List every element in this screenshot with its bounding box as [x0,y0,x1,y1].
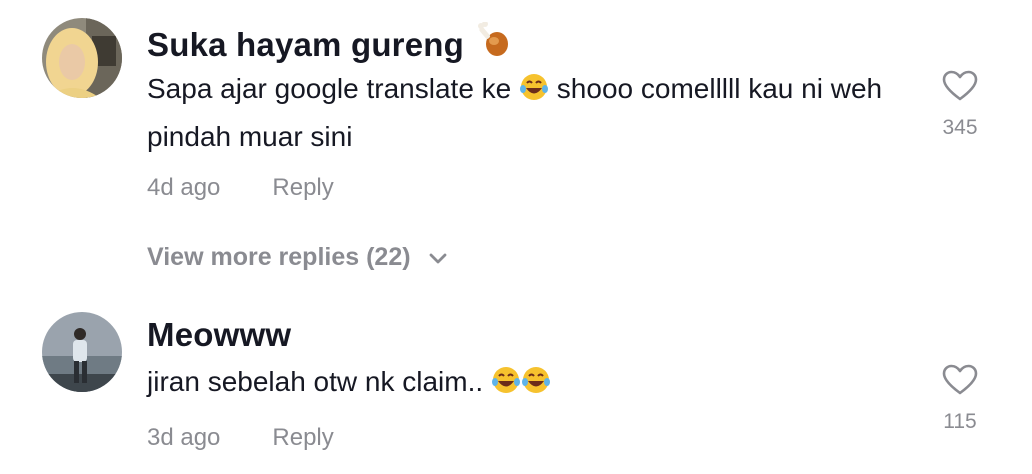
like-button[interactable]: 115 [930,364,990,434]
username[interactable]: Meowww [147,316,291,354]
face-with-tears-of-joy-icon [491,364,521,408]
like-button[interactable]: 345 [930,70,990,140]
comment-time: 4d ago [147,174,221,201]
reply-button[interactable]: Reply [272,174,333,201]
face-with-tears-of-joy-icon [521,364,551,408]
heart-outline-icon [930,70,990,102]
view-more-replies-button[interactable]: View more replies (22) [147,243,448,272]
comment-text: Sapa ajar google translate ke shooo come… [147,67,907,159]
username[interactable]: Suka hayam gureng [147,21,511,66]
chevron-down-icon [418,243,448,271]
comment-meta: 4d ago Reply [147,174,334,202]
comment-text-part: Sapa ajar google translate ke [147,73,520,104]
comment-text-part: jiran sebelah otw nk claim.. [147,366,491,397]
like-count: 345 [942,116,978,139]
username-text: Meowww [147,316,292,353]
face-with-tears-of-joy-icon [519,71,549,115]
heart-outline-icon [930,364,990,396]
username-text: Suka hayam gureng [147,26,464,63]
comment-text: jiran sebelah otw nk claim.. [147,360,907,408]
comment-time: 3d ago [147,424,221,451]
avatar[interactable] [42,312,122,392]
view-more-label: View more replies (22) [147,243,411,271]
avatar[interactable] [42,18,122,98]
chicken-leg-icon [477,21,511,66]
reply-button[interactable]: Reply [272,424,333,451]
comment-meta: 3d ago Reply [147,424,334,452]
like-count: 115 [943,410,977,433]
